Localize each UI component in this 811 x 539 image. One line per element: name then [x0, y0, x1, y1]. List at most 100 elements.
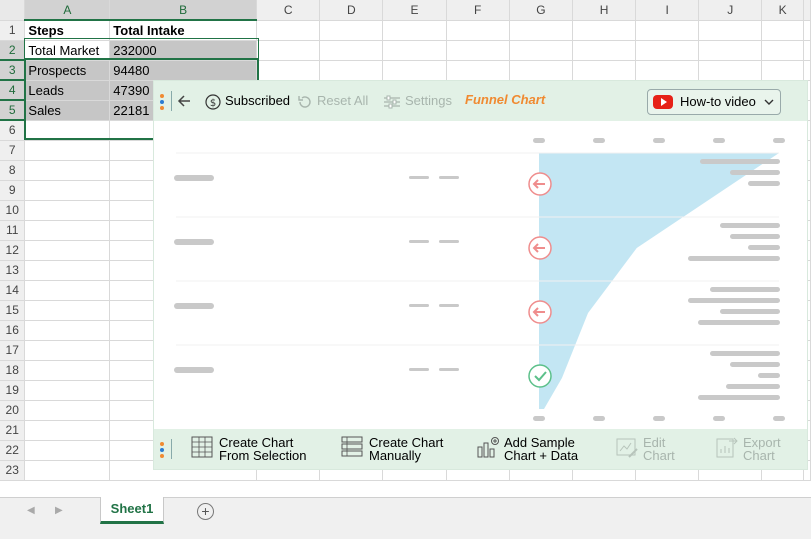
column-header[interactable]: G [509, 0, 573, 21]
cell[interactable] [572, 40, 637, 61]
cell[interactable]: 232000 [109, 40, 258, 61]
cell[interactable] [572, 60, 637, 81]
cell[interactable]: Total Intake [109, 20, 258, 41]
cell[interactable] [509, 20, 573, 41]
cell[interactable] [635, 60, 700, 81]
cell[interactable] [382, 60, 447, 81]
create-from-selection-button[interactable]: Create Chart From Selection [191, 435, 311, 463]
column-header[interactable]: D [319, 0, 384, 21]
column-header[interactable]: E [382, 0, 447, 21]
cell[interactable] [24, 140, 111, 161]
cell[interactable] [509, 40, 573, 61]
cell[interactable] [509, 60, 573, 81]
cell[interactable] [446, 60, 510, 81]
column-header[interactable]: K [761, 0, 804, 21]
column-header[interactable]: J [698, 0, 763, 21]
row-header[interactable]: 22 [0, 440, 26, 461]
cell[interactable] [24, 120, 111, 141]
add-sheet-icon[interactable]: + [197, 503, 214, 520]
cell[interactable] [446, 20, 510, 41]
edit-chart-button[interactable]: Edit Chart [615, 435, 685, 463]
cell[interactable] [761, 20, 804, 41]
cell[interactable] [24, 180, 111, 201]
sheet-tab-sheet1[interactable]: Sheet1 [100, 497, 164, 524]
cell[interactable]: Total Market [24, 40, 111, 61]
cell[interactable] [319, 20, 384, 41]
cell[interactable] [24, 340, 111, 361]
cell[interactable] [803, 60, 811, 81]
row-header[interactable]: 3 [0, 60, 26, 81]
cell[interactable] [382, 20, 447, 41]
cell[interactable] [256, 60, 321, 81]
cell[interactable] [24, 440, 111, 461]
row-header[interactable]: 16 [0, 320, 26, 341]
settings-button[interactable]: Settings [383, 92, 452, 110]
reset-all-button[interactable]: Reset All [297, 92, 368, 110]
row-header[interactable]: 4 [0, 80, 26, 101]
subscribed-button[interactable]: $ Subscribed [205, 92, 290, 110]
row-header[interactable]: 18 [0, 360, 26, 381]
cell[interactable] [24, 200, 111, 221]
cell[interactable] [24, 160, 111, 181]
column-header[interactable]: H [572, 0, 637, 21]
add-sample-chart-button[interactable]: Add Sample Chart + Data [476, 435, 586, 463]
bottom-drag-handle-icon[interactable] [160, 442, 166, 460]
cell[interactable] [24, 460, 111, 481]
row-header[interactable]: 6 [0, 120, 26, 141]
cell[interactable] [24, 360, 111, 381]
column-header[interactable]: I [635, 0, 700, 21]
cell[interactable] [24, 220, 111, 241]
row-header[interactable]: 13 [0, 260, 26, 281]
row-header[interactable]: 7 [0, 140, 26, 161]
row-header[interactable]: 1 [0, 20, 26, 41]
cell[interactable] [698, 60, 763, 81]
row-header[interactable]: 11 [0, 220, 26, 241]
cell[interactable] [803, 20, 811, 41]
cell[interactable] [319, 40, 384, 61]
row-header[interactable]: 5 [0, 100, 26, 121]
create-manually-button[interactable]: Create Chart Manually [341, 435, 451, 463]
column-header[interactable]: B [109, 0, 258, 21]
row-header[interactable]: 17 [0, 340, 26, 361]
cell[interactable] [761, 60, 804, 81]
cell[interactable] [698, 20, 763, 41]
drag-handle-icon[interactable] [160, 94, 166, 112]
cell[interactable] [24, 320, 111, 341]
cell[interactable]: Steps [24, 20, 111, 41]
back-arrow-icon[interactable] [176, 93, 192, 109]
row-header[interactable]: 10 [0, 200, 26, 221]
cell[interactable] [24, 400, 111, 421]
cell[interactable] [24, 380, 111, 401]
cell[interactable] [24, 260, 111, 281]
next-sheet-icon[interactable]: ▶ [55, 505, 63, 516]
cell[interactable]: Sales [24, 100, 111, 121]
cell[interactable] [24, 420, 111, 441]
column-header[interactable]: F [446, 0, 510, 21]
row-header[interactable]: 12 [0, 240, 26, 261]
row-header[interactable]: 9 [0, 180, 26, 201]
column-header[interactable]: A [24, 0, 111, 21]
row-header[interactable]: 23 [0, 460, 26, 481]
cell[interactable] [572, 20, 637, 41]
cell[interactable] [761, 40, 804, 61]
select-all-corner[interactable] [0, 0, 26, 21]
row-header[interactable]: 2 [0, 40, 26, 61]
row-header[interactable]: 21 [0, 420, 26, 441]
cell[interactable] [635, 20, 700, 41]
row-header[interactable]: 8 [0, 160, 26, 181]
cell[interactable] [698, 40, 763, 61]
cell[interactable] [446, 40, 510, 61]
row-header[interactable]: 15 [0, 300, 26, 321]
cell[interactable] [24, 300, 111, 321]
cell[interactable]: 94480 [109, 60, 258, 81]
cell[interactable] [256, 40, 321, 61]
export-chart-button[interactable]: Export Chart [715, 435, 795, 463]
cell[interactable] [24, 280, 111, 301]
cell[interactable] [803, 40, 811, 61]
cell[interactable]: Leads [24, 80, 111, 101]
column-header[interactable]: C [256, 0, 321, 21]
prev-sheet-icon[interactable]: ◀ [27, 505, 35, 516]
row-header[interactable]: 14 [0, 280, 26, 301]
cell[interactable] [24, 240, 111, 261]
cell[interactable] [319, 60, 384, 81]
